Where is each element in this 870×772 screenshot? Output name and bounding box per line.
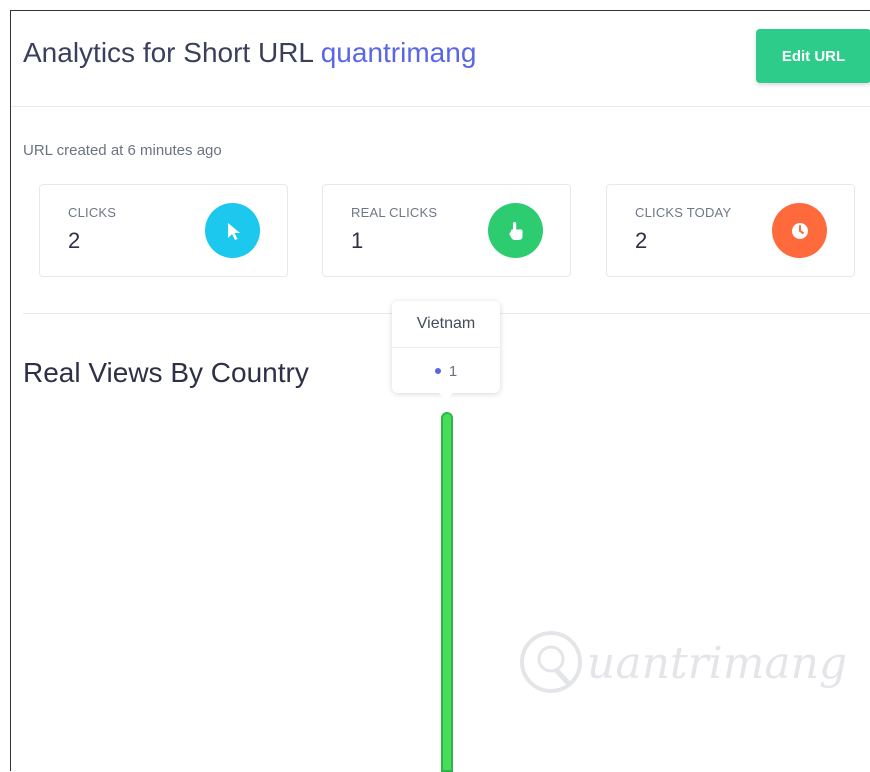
edit-url-button[interactable]: Edit URL bbox=[756, 29, 870, 83]
tooltip-value: 1 bbox=[448, 362, 458, 380]
stat-value: 2 bbox=[635, 228, 648, 253]
short-url-name[interactable]: quantrimang bbox=[321, 37, 477, 68]
stat-card-clicks: CLICKS 2 bbox=[39, 184, 288, 277]
watermark-logo: uantrimang bbox=[520, 631, 847, 693]
chart-tooltip: Vietnam 1 bbox=[392, 301, 500, 400]
tooltip-body: 1 bbox=[392, 349, 500, 393]
page-title: Analytics for Short URL quantrimang bbox=[23, 37, 476, 69]
page-title-prefix: Analytics for Short URL bbox=[23, 37, 313, 68]
tooltip-arrow bbox=[439, 393, 453, 400]
stat-value: 2 bbox=[68, 228, 81, 253]
stat-card-real-clicks: REAL CLICKS 1 bbox=[322, 184, 571, 277]
stat-value: 1 bbox=[351, 228, 364, 253]
stat-label: CLICKS bbox=[68, 205, 117, 220]
svg-text:uantrimang: uantrimang bbox=[587, 638, 847, 689]
section-title: Real Views By Country bbox=[23, 357, 309, 388]
created-timestamp: URL created at 6 minutes ago bbox=[23, 142, 222, 159]
tooltip-title: Vietnam bbox=[392, 301, 500, 348]
stat-label: REAL CLICKS bbox=[351, 205, 438, 220]
clock-icon bbox=[772, 203, 827, 258]
cursor-pointer-icon bbox=[205, 203, 260, 258]
page-header: Analytics for Short URL quantrimang Edit… bbox=[11, 11, 870, 107]
analytics-panel: Analytics for Short URL quantrimang Edit… bbox=[10, 10, 870, 772]
chart-bar-vietnam[interactable] bbox=[441, 412, 453, 772]
stat-card-clicks-today: CLICKS TODAY 2 bbox=[606, 184, 855, 277]
stat-label: CLICKS TODAY bbox=[635, 205, 732, 220]
series-dot-icon bbox=[434, 368, 441, 374]
hand-pointer-icon bbox=[488, 203, 543, 258]
